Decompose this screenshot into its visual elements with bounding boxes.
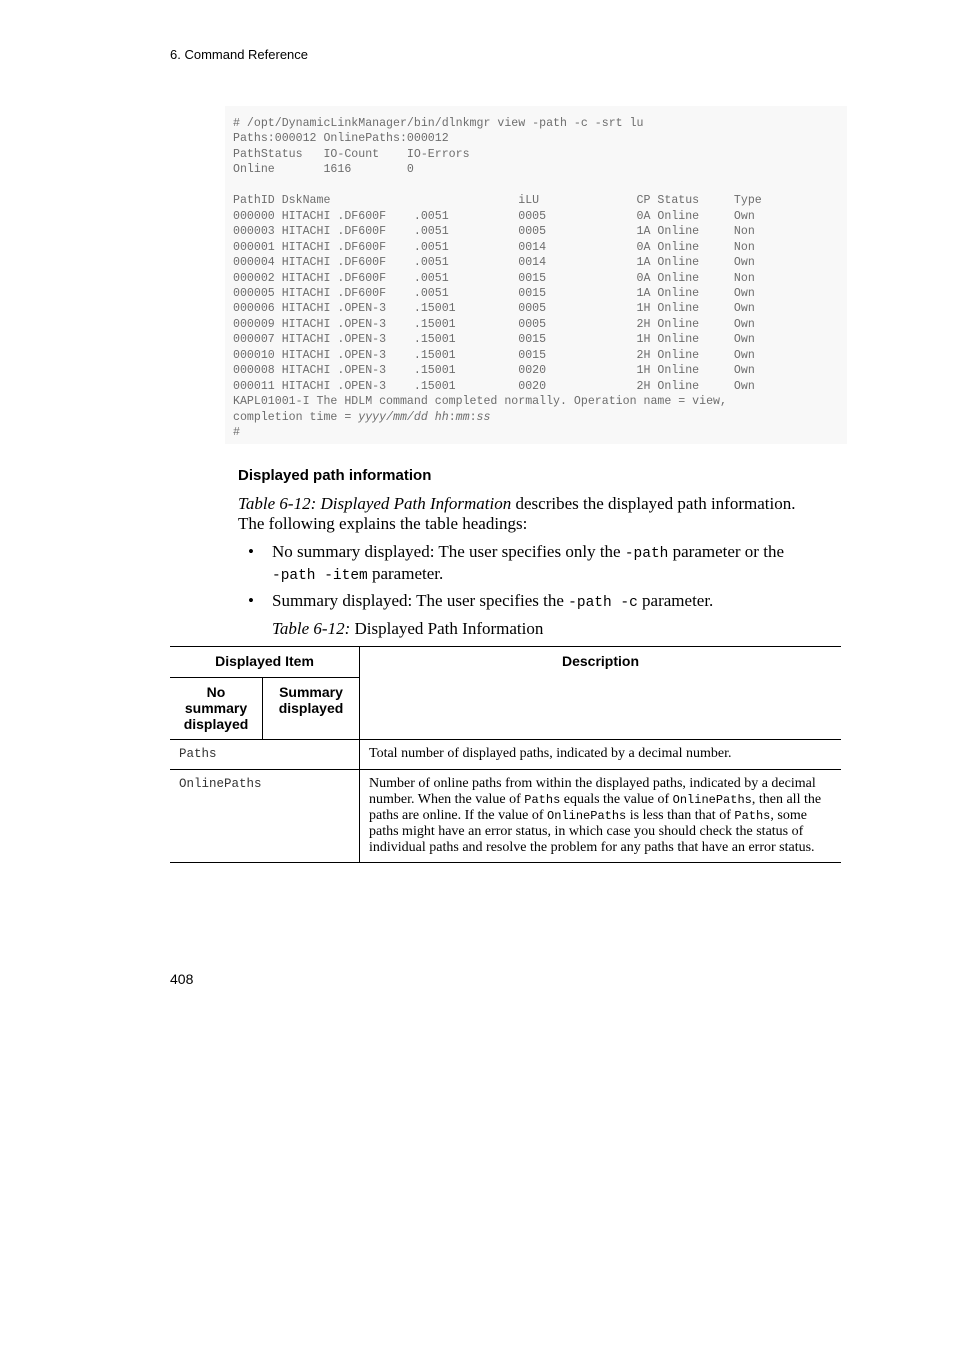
- table-row: OnlinePaths Number of online paths from …: [170, 769, 841, 863]
- section-heading: Displayed path information: [238, 467, 432, 484]
- code-inline: OnlinePaths: [547, 809, 627, 823]
- path-row: 000006 HITACHI .OPEN-3 .15001 0005 1H On…: [233, 302, 755, 316]
- code-inline: Paths: [734, 809, 771, 823]
- table-caption-number: Table 6-12:: [272, 619, 351, 638]
- displayed-path-info-table: Displayed Item Description No summary di…: [170, 646, 841, 863]
- header-displayed-item: Displayed Item: [170, 646, 360, 678]
- completion-message: KAPL01001-I The HDLM command completed n…: [233, 395, 727, 409]
- summary-line: Paths:000012 OnlinePaths:000012: [233, 132, 449, 146]
- item-paths: Paths: [170, 739, 360, 770]
- table-row: Paths Total number of displayed paths, i…: [170, 739, 841, 770]
- path-row: 000008 HITACHI .OPEN-3 .15001 0020 1H On…: [233, 364, 755, 378]
- table-caption: Table 6-12: Displayed Path Information: [272, 619, 543, 639]
- completion-time-date: yyyy/mm/dd hh: [358, 410, 449, 424]
- path-row: 000004 HITACHI .DF600F .0051 0014 1A Onl…: [233, 256, 755, 270]
- intro-paragraph: Table 6-12: Displayed Path Information d…: [238, 494, 838, 534]
- status-header: PathStatus IO-Count IO-Errors: [233, 147, 470, 161]
- completion-time-minutes: mm: [455, 410, 470, 424]
- table-caption-title: Displayed Path Information: [350, 619, 544, 638]
- intro-text-line2: The following explains the table heading…: [238, 514, 528, 533]
- time-separator: :: [469, 410, 477, 424]
- header-no-summary: No summary displayed: [170, 677, 263, 740]
- path-row: 000011 HITACHI .OPEN-3 .15001 0020 2H On…: [233, 379, 755, 393]
- code-inline: Paths: [524, 793, 561, 807]
- description-text: equals the value of: [560, 792, 673, 807]
- code-inline: -path -c: [568, 595, 638, 611]
- bullet-text: No summary displayed: The user specifies…: [272, 542, 625, 561]
- description-onlinepaths: Number of online paths from within the d…: [359, 769, 841, 863]
- path-row: 000000 HITACHI .DF600F .0051 0005 0A Onl…: [233, 209, 755, 223]
- bullet-text: parameter.: [637, 591, 714, 610]
- description-paths: Total number of displayed paths, indicat…: [359, 739, 841, 770]
- item-onlinepaths: OnlinePaths: [170, 769, 360, 863]
- intro-text: describes the displayed path information…: [511, 494, 796, 513]
- code-inline: -path: [624, 546, 669, 562]
- bullet-summary: Summary displayed: The user specifies th…: [272, 591, 832, 613]
- bullet-marker: •: [248, 542, 254, 561]
- header-summary: Summary displayed: [262, 677, 360, 740]
- code-inline: -path -item: [272, 568, 368, 584]
- path-row: 000005 HITACHI .DF600F .0051 0015 1A Onl…: [233, 286, 755, 300]
- code-inline: OnlinePaths: [672, 793, 752, 807]
- path-table-header: PathID DskName iLU CP Status Type: [233, 194, 762, 208]
- path-row: 000001 HITACHI .DF600F .0051 0014 0A Onl…: [233, 240, 755, 254]
- command-output-example: # /opt/DynamicLinkManager/bin/dlnkmgr vi…: [225, 106, 847, 444]
- path-rows: 000000 HITACHI .DF600F .0051 0005 0A Onl…: [233, 210, 755, 393]
- table-reference-link[interactable]: Table 6-12: Displayed Path Information: [238, 494, 511, 513]
- shell-prompt: #: [233, 426, 240, 440]
- path-row: 000007 HITACHI .OPEN-3 .15001 0015 1H On…: [233, 333, 755, 347]
- time-separator: :: [448, 410, 456, 424]
- description-text: is less than that of: [626, 808, 735, 823]
- page-number: 408: [170, 971, 194, 987]
- command-line: # /opt/DynamicLinkManager/bin/dlnkmgr vi…: [233, 117, 644, 130]
- table-header-row: Displayed Item Description: [170, 646, 841, 740]
- completion-time-seconds: ss: [476, 410, 491, 424]
- path-row: 000009 HITACHI .OPEN-3 .15001 0005 2H On…: [233, 317, 755, 331]
- bullet-text: parameter or the: [668, 542, 784, 561]
- bullet-no-summary: No summary displayed: The user specifies…: [272, 542, 832, 586]
- status-values: Online 1616 0: [233, 163, 414, 177]
- bullet-marker: •: [248, 591, 254, 610]
- command-output-text: # /opt/DynamicLinkManager/bin/dlnkmgr vi…: [233, 116, 762, 441]
- bullet-text: parameter.: [367, 564, 444, 583]
- bullet-text: Summary displayed: The user specifies th…: [272, 591, 569, 610]
- completion-time-prefix: completion time =: [233, 410, 359, 424]
- path-row: 000003 HITACHI .DF600F .0051 0005 1A Onl…: [233, 225, 755, 239]
- header-description: Description: [359, 646, 841, 740]
- running-header: 6. Command Reference: [170, 47, 309, 62]
- path-row: 000002 HITACHI .DF600F .0051 0015 0A Onl…: [233, 271, 755, 285]
- path-row: 000010 HITACHI .OPEN-3 .15001 0015 2H On…: [233, 348, 755, 362]
